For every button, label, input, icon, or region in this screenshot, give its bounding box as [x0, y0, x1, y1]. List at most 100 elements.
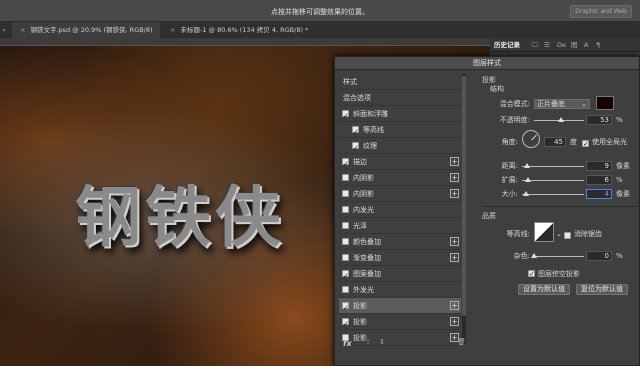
distance-field[interactable]: 9 [586, 161, 612, 171]
effect-item[interactable]: 颜色叠加 + [339, 234, 461, 250]
add-effect-button[interactable]: + [450, 253, 459, 262]
make-default-button[interactable]: 设置为默认值 [518, 284, 570, 295]
noise-field[interactable]: 0 [586, 251, 612, 261]
fx-button[interactable]: fx [343, 339, 352, 348]
effect-item[interactable]: 图案叠加 [339, 266, 461, 284]
effect-checkbox[interactable] [342, 156, 349, 172]
effect-item[interactable]: 投影 + [339, 314, 461, 332]
effect-checkbox[interactable] [342, 268, 349, 284]
effect-item[interactable]: 渐变叠加 + [339, 250, 461, 266]
effect-checkbox[interactable] [342, 316, 349, 332]
effect-checkbox[interactable] [352, 124, 359, 140]
distance-unit: 像素 [616, 162, 630, 170]
tab-scroll-icon[interactable]: » [0, 22, 8, 38]
noise-slider[interactable] [531, 253, 584, 258]
reset-default-button[interactable]: 复位为默认值 [576, 284, 628, 295]
move-up-icon[interactable]: ⇧ [365, 338, 371, 346]
effect-item[interactable]: 外发光 [339, 282, 461, 298]
size-label: 大小: [501, 190, 518, 198]
add-effect-button[interactable]: + [450, 301, 459, 310]
styles-header[interactable]: 样式 [339, 74, 461, 90]
angle-dial[interactable] [522, 130, 540, 148]
global-light-checkbox[interactable] [582, 138, 589, 150]
effect-checkbox[interactable] [342, 174, 349, 181]
effect-item[interactable]: 内阴影 + [339, 186, 461, 202]
tab-document-2[interactable]: × 未标题-1 @ 80.6% (134 拷贝 4, RGB/8) * [162, 22, 332, 38]
tab-document-1[interactable]: × 钢铁文字.psd @ 20.9% (钢铁侠, RGB/8) [12, 22, 160, 38]
effect-item[interactable]: 纹理 [339, 138, 461, 156]
effect-checkbox[interactable] [342, 300, 349, 316]
tab-character[interactable]: A [584, 38, 588, 52]
dialog-title: 图层样式 [335, 57, 639, 70]
angle-label: 角度: [501, 138, 518, 146]
distance-knob[interactable] [524, 163, 530, 168]
add-effect-button[interactable]: + [450, 237, 459, 246]
quality-heading: 品质 [482, 212, 496, 220]
knockout-checkbox[interactable] [528, 268, 535, 280]
blend-mode-select[interactable]: 正片叠底 ⌄ [534, 99, 590, 109]
tab-history[interactable]: 历史记录 [494, 38, 520, 52]
workspace-selector[interactable]: Graphic and Web [570, 5, 632, 18]
layer-style-dialog: 图层样式 样式 混合选项 斜面和浮雕等高线纹理描边 + 内阴影 + 内阴影 + 内发光光泽颜… [334, 56, 640, 366]
opacity-knob[interactable] [558, 117, 564, 122]
tab-paragraph[interactable]: ¶ [596, 38, 600, 52]
size-unit: 像素 [616, 190, 630, 198]
effect-label: 纹理 [363, 142, 377, 150]
tab-icon-2[interactable]: ☰ [544, 38, 550, 52]
effect-item[interactable]: 内阴影 + [339, 170, 461, 186]
options-hint: 点按并拖移可调整效果的位置。 [271, 8, 369, 16]
size-field[interactable]: 4 [586, 189, 612, 199]
effect-label: 图案叠加 [353, 270, 381, 278]
effect-checkbox[interactable] [342, 206, 349, 213]
spread-knob[interactable] [525, 177, 531, 182]
spread-row: 扩展: 6 % [482, 174, 638, 186]
effect-checkbox[interactable] [342, 286, 349, 293]
noise-knob[interactable] [531, 253, 537, 258]
effect-checkbox[interactable] [342, 254, 349, 261]
angle-field[interactable]: 45 [544, 137, 566, 147]
spread-slider[interactable] [522, 177, 584, 182]
size-slider[interactable] [522, 191, 584, 196]
document-tab-bar: » × 钢铁文字.psd @ 20.9% (钢铁侠, RGB/8) × 未标题-1 … [0, 22, 640, 38]
options-bar: 点按并拖移可调整效果的位置。 Graphic and Web [0, 0, 640, 22]
close-icon[interactable]: × [20, 26, 25, 34]
effect-checkbox[interactable] [342, 190, 349, 197]
styles-scrollbar[interactable] [462, 74, 466, 344]
tab-icon-1[interactable]: ☐ [532, 38, 538, 52]
effect-item[interactable]: 斜面和浮雕 [339, 106, 461, 124]
size-knob[interactable] [523, 191, 529, 196]
add-effect-button[interactable]: + [450, 157, 459, 166]
effect-item[interactable]: 内发光 [339, 202, 461, 218]
effect-item[interactable]: 光泽 [339, 218, 461, 234]
add-effect-button[interactable]: + [450, 317, 459, 326]
blend-mode-label: 混合模式: [499, 100, 530, 108]
effect-checkbox[interactable] [342, 238, 349, 245]
spread-field[interactable]: 6 [586, 175, 612, 185]
effect-checkbox[interactable] [352, 140, 359, 156]
add-effect-button[interactable]: + [450, 173, 459, 182]
opacity-label: 不透明度: [499, 116, 530, 124]
knockout-label: 图层挖空投影 [538, 270, 580, 278]
effect-checkbox[interactable] [342, 108, 349, 124]
effect-checkbox[interactable] [342, 222, 349, 229]
effect-label: 颜色叠加 [353, 238, 381, 246]
contour-preview[interactable] [534, 222, 554, 242]
move-down-icon[interactable]: ⇩ [379, 338, 385, 346]
antialias-checkbox[interactable] [564, 232, 571, 239]
tab-de[interactable]: De [557, 38, 566, 52]
chevron-down-icon[interactable]: ⌄ [556, 228, 562, 240]
effect-item[interactable]: 等高线 [339, 122, 461, 140]
effect-item[interactable]: 投影 + [339, 298, 461, 316]
close-icon[interactable]: × [170, 26, 175, 34]
shadow-color-swatch[interactable] [596, 96, 614, 110]
opacity-field[interactable]: 53 [586, 115, 612, 125]
effect-label: 斜面和浮雕 [353, 110, 388, 118]
horizontal-ruler [0, 38, 490, 46]
distance-slider[interactable] [522, 163, 584, 168]
trash-icon[interactable]: 🗑 [457, 338, 466, 346]
opacity-slider[interactable] [534, 117, 584, 122]
add-effect-button[interactable]: + [450, 189, 459, 198]
effect-item[interactable]: 描边 + [339, 154, 461, 172]
blend-options-item[interactable]: 混合选项 [339, 90, 461, 106]
tab-image[interactable]: 图 [571, 38, 578, 52]
